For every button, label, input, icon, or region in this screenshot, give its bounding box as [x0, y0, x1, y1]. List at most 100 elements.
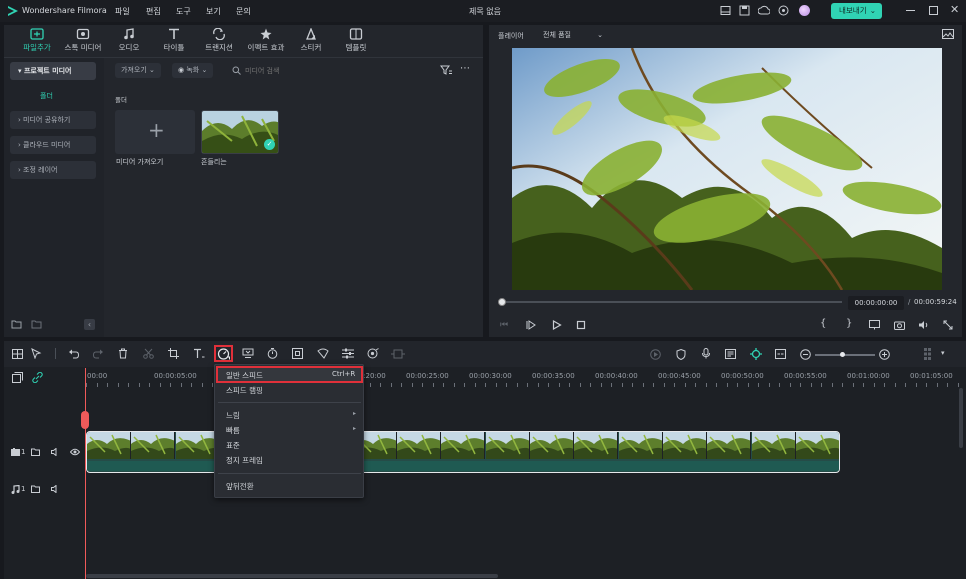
- media-clip-tile[interactable]: ✓: [201, 110, 279, 154]
- timeline-scrollbar[interactable]: [86, 574, 498, 578]
- fit-screen-icon[interactable]: [292, 348, 303, 359]
- link-icon[interactable]: [32, 372, 43, 383]
- playback-progress-handle[interactable]: [498, 298, 506, 306]
- speed-button[interactable]: [214, 345, 233, 362]
- mark-in-icon[interactable]: {: [820, 318, 826, 329]
- folder-icon[interactable]: [31, 319, 42, 329]
- cloud-icon[interactable]: [758, 5, 770, 16]
- more-grid-icon[interactable]: [924, 348, 935, 360]
- mark-out-icon[interactable]: }: [846, 318, 852, 329]
- sidebar-item-media-share[interactable]: › 미디어 공유하기: [10, 111, 96, 129]
- sidebar-item-project-media[interactable]: ▾ 프로젝트 미디어: [10, 62, 96, 80]
- tab-titles[interactable]: 타이틀: [151, 28, 197, 56]
- timer-icon[interactable]: [267, 348, 278, 359]
- menu-tools[interactable]: 도구: [176, 6, 191, 17]
- text-icon[interactable]: [193, 348, 205, 359]
- zoom-slider-track[interactable]: [815, 354, 875, 356]
- select-arrow-icon[interactable]: [31, 348, 42, 359]
- import-dropdown[interactable]: 가져오기 ⌄: [115, 63, 161, 78]
- track-volume-icon[interactable]: [51, 448, 60, 456]
- scissors-icon[interactable]: [143, 348, 154, 359]
- display-icon[interactable]: [869, 320, 880, 330]
- audio-volume-icon[interactable]: [51, 485, 60, 493]
- search-input[interactable]: [245, 63, 425, 78]
- menu-item-reverse[interactable]: 앞뒤전환: [226, 481, 254, 492]
- undo-icon[interactable]: [68, 349, 79, 359]
- detach-audio-icon[interactable]: [242, 348, 254, 359]
- tab-templates[interactable]: 템플릿: [333, 28, 379, 56]
- more-options-icon[interactable]: ⋯: [460, 63, 470, 74]
- crop-icon[interactable]: [168, 348, 179, 359]
- snap-magnet-icon[interactable]: [750, 348, 762, 360]
- export-button[interactable]: 내보내기 ⌄: [831, 3, 882, 19]
- tab-stickers[interactable]: 스티커: [288, 28, 334, 56]
- menu-edit[interactable]: 편집: [146, 6, 161, 17]
- volume-icon[interactable]: [918, 320, 929, 330]
- save-icon[interactable]: [739, 5, 750, 16]
- stop-icon[interactable]: [576, 320, 586, 330]
- track-visibility-eye-icon[interactable]: [70, 448, 80, 456]
- ai-tool-icon[interactable]: [367, 348, 379, 359]
- menu-file[interactable]: 파일: [115, 6, 130, 17]
- color-match-icon[interactable]: [317, 348, 329, 359]
- fullscreen-icon[interactable]: [943, 320, 953, 330]
- menu-item-slow[interactable]: 느림: [226, 410, 240, 421]
- zoom-out-icon[interactable]: [800, 349, 811, 360]
- delete-icon[interactable]: [118, 348, 128, 359]
- snapshot-image-icon[interactable]: [942, 29, 954, 39]
- sidebar-item-adjustment-layer[interactable]: › 조정 레이어: [10, 161, 96, 179]
- menu-item-speed-ramping[interactable]: 스피드 램핑: [226, 385, 263, 396]
- record-dropdown[interactable]: ◉ 녹화 ⌄: [172, 63, 214, 78]
- menu-item-normal[interactable]: 표준: [226, 440, 240, 451]
- zoom-in-icon[interactable]: [879, 349, 890, 360]
- avatar[interactable]: [799, 5, 810, 16]
- tab-stock-media[interactable]: 스톡 미디어: [60, 28, 106, 56]
- shield-icon[interactable]: [676, 349, 686, 360]
- import-media-tile[interactable]: +: [115, 110, 195, 154]
- support-icon[interactable]: [778, 5, 789, 16]
- menu-item-fast[interactable]: 빠름: [226, 425, 240, 436]
- tab-transitions[interactable]: 트랜지션: [196, 28, 242, 56]
- microphone-icon[interactable]: [701, 348, 711, 359]
- timeline-video-clip[interactable]: [86, 431, 840, 473]
- folder-track-icon[interactable]: [31, 448, 40, 456]
- tab-import[interactable]: 파일추가: [14, 28, 60, 56]
- add-track-icon[interactable]: [12, 372, 23, 383]
- ruler-tick: [779, 383, 780, 387]
- ruler-tick: [370, 383, 371, 387]
- filter-icon[interactable]: [440, 65, 452, 75]
- playhead-line[interactable]: [85, 368, 86, 579]
- adjust-sliders-icon[interactable]: [342, 348, 354, 359]
- tab-effects[interactable]: 이펙트 효과: [243, 28, 289, 56]
- voiceover-list-icon[interactable]: [725, 349, 736, 359]
- new-folder-icon[interactable]: [11, 319, 22, 329]
- maximize-icon[interactable]: [929, 6, 938, 15]
- subtitle-icon[interactable]: [775, 349, 786, 359]
- playback-progress-track[interactable]: [502, 301, 842, 303]
- play-range-icon[interactable]: [526, 320, 536, 330]
- minimize-icon[interactable]: [906, 10, 915, 11]
- keyframe-icon[interactable]: [391, 349, 405, 359]
- sidebar-item-cloud-media[interactable]: › 클라우드 미디어: [10, 136, 96, 154]
- audio-folder-icon[interactable]: [31, 485, 40, 493]
- zoom-slider-handle[interactable]: [840, 352, 845, 357]
- redo-icon[interactable]: [93, 349, 104, 359]
- chevron-down-icon[interactable]: ▾: [941, 349, 945, 357]
- camera-snapshot-icon[interactable]: [894, 320, 905, 330]
- close-icon[interactable]: ✕: [950, 3, 959, 16]
- menu-view[interactable]: 보기: [206, 6, 221, 17]
- playhead-marker[interactable]: [81, 411, 89, 429]
- sidebar-item-folder[interactable]: 폴더: [40, 91, 53, 101]
- menu-item-freeze-frame[interactable]: 정지 프레임: [226, 455, 263, 466]
- prev-frame-icon[interactable]: ⏮: [500, 320, 508, 330]
- layout-grid-icon[interactable]: [12, 349, 23, 359]
- collapse-sidebar-button[interactable]: ‹: [84, 319, 95, 330]
- tab-audio[interactable]: 오디오: [106, 28, 152, 56]
- menu-help[interactable]: 문의: [236, 6, 251, 17]
- render-preview-icon[interactable]: [650, 349, 661, 360]
- play-icon[interactable]: [552, 320, 562, 330]
- ruler-tick: [884, 383, 885, 387]
- vertical-scrollbar[interactable]: [959, 388, 963, 448]
- layout-icon[interactable]: [720, 5, 731, 16]
- quality-dropdown[interactable]: 전체 품질 ⌄: [543, 29, 607, 42]
